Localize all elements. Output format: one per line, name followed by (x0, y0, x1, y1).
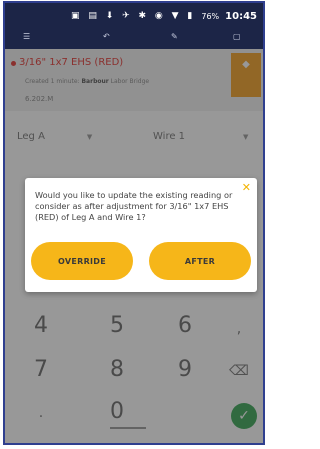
app-toolbar: ☰ ↶ ✎ ▢ (5, 29, 263, 49)
toolbar-item-2[interactable]: ↶ (103, 33, 110, 41)
back-icon: ↶ (103, 32, 110, 41)
toolbar-item-4[interactable]: ▢ (233, 33, 241, 41)
override-button[interactable]: OVERRIDE (31, 242, 133, 280)
clock: 10:45 (225, 10, 257, 22)
status-bar: ▣ ▤ ⬇ ✈ ✱ ◉ ▼ ▮ 76% 10:45 (5, 3, 263, 29)
toolbar-item-1[interactable]: ☰ (23, 33, 30, 41)
tools-icon: ✎ (171, 32, 178, 41)
update-reading-dialog: ✕ Would you like to update the existing … (25, 178, 257, 292)
phone-frame: ▣ ▤ ⬇ ✈ ✱ ◉ ▼ ▮ 76% 10:45 ☰ ↶ ✎ ▢ 3/16" … (3, 1, 265, 445)
after-button[interactable]: AFTER (149, 242, 251, 280)
dialog-message: Would you like to update the existing re… (35, 190, 233, 222)
toolbar-item-3[interactable]: ✎ (171, 33, 178, 41)
battery-percent: 76% (201, 11, 220, 21)
status-icons: ▣ ▤ ⬇ ✈ ✱ ◉ ▼ ▮ (70, 11, 196, 21)
save-icon: ▢ (233, 32, 241, 41)
menu-icon: ☰ (23, 32, 31, 41)
